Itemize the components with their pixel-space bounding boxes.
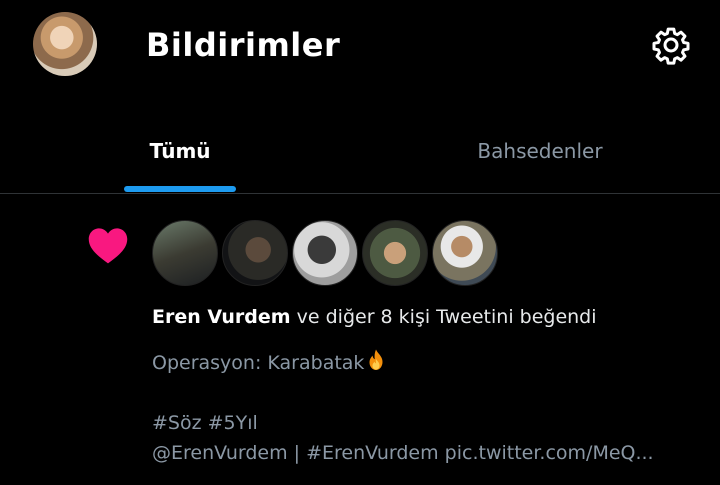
page-title: Bildirimler <box>146 26 341 64</box>
tab-all[interactable]: Tümü <box>80 110 280 192</box>
profile-avatar[interactable] <box>33 12 97 76</box>
heart-icon <box>88 228 128 264</box>
liker-avatar-3[interactable] <box>292 220 358 286</box>
tweet-preview[interactable]: Operasyon: Karabatak #Söz #5Yıl @ErenVur… <box>152 348 712 468</box>
app-header: Bildirimler <box>0 0 720 100</box>
tweet-line-2 <box>152 378 712 408</box>
actor-name[interactable]: Eren Vurdem <box>152 306 291 328</box>
notification-summary: Eren Vurdem ve diğer 8 kişi Tweetini beğ… <box>152 306 597 328</box>
liker-avatar-4[interactable] <box>362 220 428 286</box>
liker-avatar-2[interactable] <box>222 220 288 286</box>
notification-tabs: Tümü Bahsedenler <box>0 110 720 194</box>
tweet-line-4: @ErenVurdem | #ErenVurdem pic.twitter.co… <box>152 442 654 464</box>
action-text: ve diğer 8 kişi Tweetini beğendi <box>290 306 597 328</box>
tab-mentions[interactable]: Bahsedenler <box>440 110 640 192</box>
settings-button[interactable] <box>648 22 694 68</box>
liker-avatar-5[interactable] <box>432 220 498 286</box>
gear-icon <box>652 27 690 65</box>
tweet-line-1: Operasyon: Karabatak <box>152 348 712 378</box>
fire-icon <box>369 349 383 370</box>
tweet-line-3: #Söz #5Yıl <box>152 412 258 434</box>
liker-avatar-1[interactable] <box>152 220 218 286</box>
active-tab-indicator <box>124 186 236 192</box>
tweet-line-1-text: Operasyon: Karabatak <box>152 352 365 374</box>
